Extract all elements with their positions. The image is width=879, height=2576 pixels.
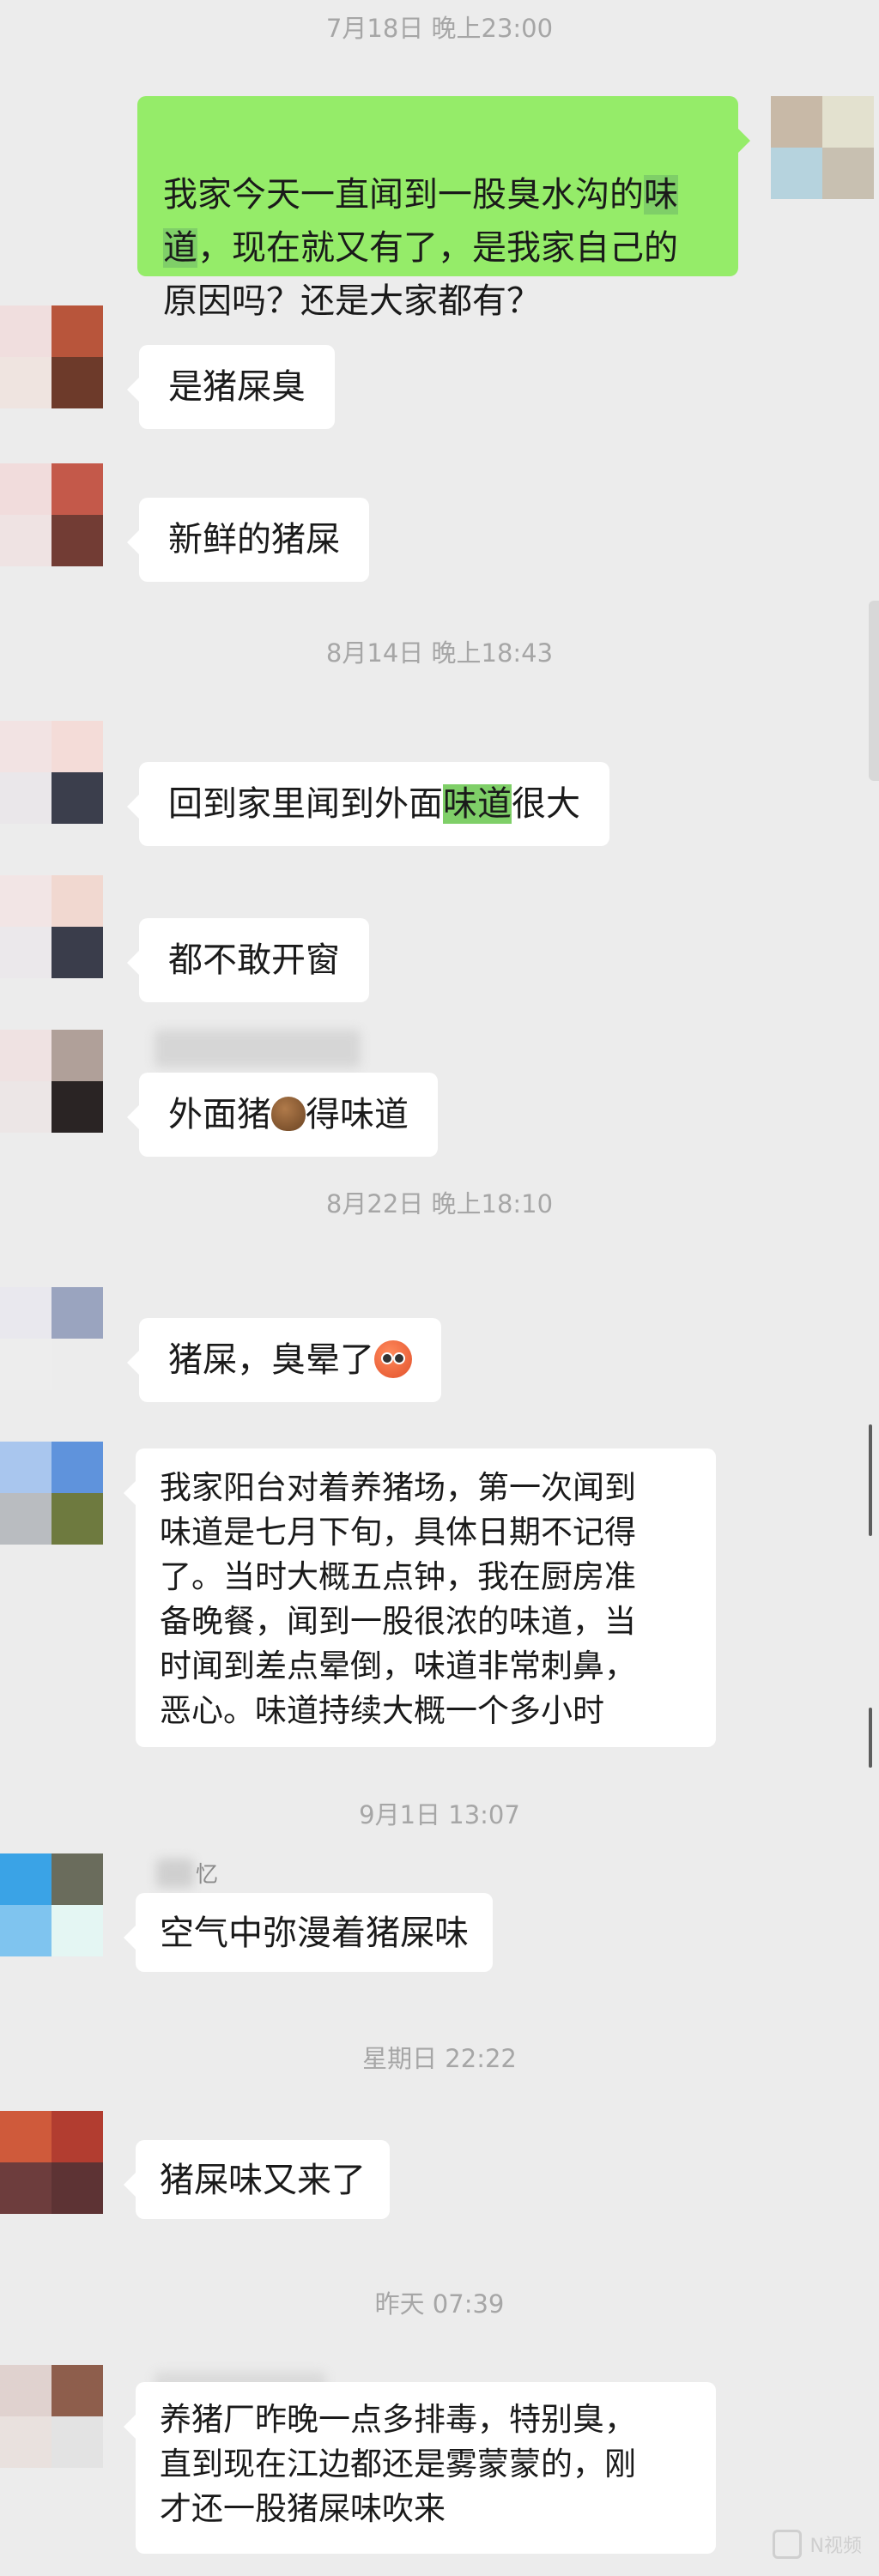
message-bubble[interactable]: 猪屎，臭晕了 xyxy=(127,1318,441,1402)
message-text: 很大 xyxy=(512,784,580,824)
watermark: N视频 xyxy=(772,2530,862,2559)
message-text: 我家今天一直闻到一股臭水沟的 xyxy=(163,175,644,215)
highlight-text: 道 xyxy=(163,228,197,268)
sender-name: 忆 xyxy=(196,1862,219,1888)
message-text: ，现在就又有了，是我家自己的 原因吗？还是大家都有？ xyxy=(163,228,678,321)
timestamp: 昨天 07:39 xyxy=(374,2289,505,2319)
avatar[interactable] xyxy=(0,875,103,978)
avatar[interactable] xyxy=(0,1287,103,1390)
logo-icon xyxy=(772,2530,802,2559)
message-bubble-self[interactable]: 我家今天一直闻到一股臭水沟的味 道，现在就又有了，是我家自己的 原因吗？还是大家… xyxy=(137,96,750,321)
message-bubble[interactable]: 外面猪 得味道 xyxy=(127,1073,438,1157)
avatar[interactable] xyxy=(0,1853,103,1956)
timestamp: 8月22日 晚上18:10 xyxy=(325,1189,554,1218)
message-bubble[interactable]: 空气中弥漫着猪屎味 xyxy=(124,1893,493,1972)
message-bubble[interactable]: 新鲜的猪屎 xyxy=(127,498,369,582)
avatar[interactable] xyxy=(0,2365,103,2468)
message-bubble[interactable]: 回到家里闻到外面味道很大 xyxy=(127,762,609,846)
avatar[interactable] xyxy=(0,2111,103,2214)
scrollbar[interactable] xyxy=(869,1424,872,1536)
message-text: 得味道 xyxy=(306,1095,409,1134)
scroll-edge xyxy=(869,601,879,781)
highlight-text: 味道 xyxy=(443,784,512,824)
message-text: 猪屎，臭晕了 xyxy=(168,1340,374,1380)
message-bubble[interactable]: 猪屎味又来了 xyxy=(124,2140,390,2219)
message-text: 回到家里闻到外面 xyxy=(168,784,443,824)
avatar[interactable] xyxy=(771,96,874,199)
blurred-sender-name xyxy=(156,1859,194,1888)
avatar[interactable] xyxy=(0,1442,103,1545)
message-bubble[interactable]: 是猪屎臭 xyxy=(127,345,335,429)
timestamp: 7月18日 晚上23:00 xyxy=(325,14,554,43)
message-bubble[interactable]: 养猪厂昨晚一点多排毒，特别臭， 直到现在江边都还是雾蒙蒙的，刚 才还一股猪屎味吹… xyxy=(124,2382,716,2554)
timestamp: 星期日 22:22 xyxy=(362,2044,517,2073)
blurred-sender-name xyxy=(155,1030,361,1067)
message-text: 外面猪 xyxy=(168,1095,271,1134)
watermark-text: N视频 xyxy=(809,2536,862,2557)
timestamp: 8月14日 晚上18:43 xyxy=(325,638,554,668)
timestamp: 9月1日 13:07 xyxy=(359,1800,520,1829)
highlight-text: 味 xyxy=(644,175,678,215)
dizzy-face-emoji-icon xyxy=(374,1340,412,1378)
avatar[interactable] xyxy=(0,721,103,824)
message-bubble[interactable]: 都不敢开窗 xyxy=(127,918,369,1002)
avatar[interactable] xyxy=(0,1030,103,1133)
poop-emoji-icon xyxy=(271,1097,306,1131)
message-bubble[interactable]: 我家阳台对着养猪场，第一次闻到 味道是七月下旬，具体日期不记得 了。当时大概五点… xyxy=(124,1448,716,1747)
avatar[interactable] xyxy=(0,305,103,408)
avatar[interactable] xyxy=(0,463,103,566)
scrollbar[interactable] xyxy=(869,1708,872,1768)
